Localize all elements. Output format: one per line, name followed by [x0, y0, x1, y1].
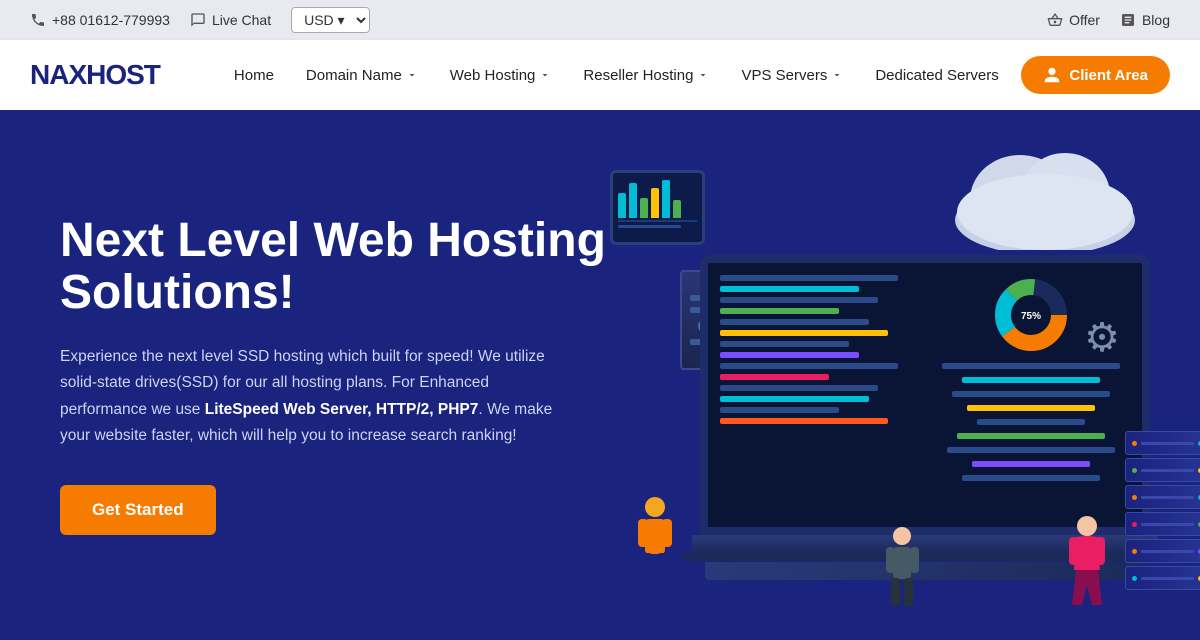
navbar: NAXHOST Home Domain Name Web Hosting Res…: [0, 40, 1200, 110]
offer-icon: [1047, 12, 1063, 28]
live-chat-item[interactable]: Live Chat: [190, 12, 271, 28]
phone-number: +88 01612-779993: [52, 12, 170, 28]
person-2: [880, 525, 925, 625]
client-area-button[interactable]: Client Area: [1021, 56, 1170, 94]
mini-monitor: [610, 170, 705, 245]
donut-chart: 75%: [991, 275, 1071, 355]
hero-title: Next Level Web Hosting Solutions!: [60, 215, 620, 321]
site-logo[interactable]: NAXHOST: [30, 59, 160, 91]
cloud-illustration: [950, 140, 1140, 255]
offer-item[interactable]: Offer: [1047, 12, 1100, 28]
chevron-down-icon: [539, 69, 551, 81]
blog-item[interactable]: Blog: [1120, 12, 1170, 28]
topbar: +88 01612-779993 Live Chat USD ▾ EUR GBP…: [0, 0, 1200, 40]
phone-item[interactable]: +88 01612-779993: [30, 12, 170, 28]
topbar-left: +88 01612-779993 Live Chat USD ▾ EUR GBP: [30, 7, 1027, 33]
nav-home[interactable]: Home: [220, 59, 288, 92]
hero-illustration: 75% ⚙: [600, 120, 1200, 640]
person-1: [630, 495, 680, 600]
get-started-button[interactable]: Get Started: [60, 485, 216, 535]
phone-icon: [30, 12, 46, 28]
blog-label: Blog: [1142, 12, 1170, 28]
chevron-down-icon: [831, 69, 843, 81]
gear-icon-hero: ⚙: [1084, 315, 1120, 361]
nav-web-hosting[interactable]: Web Hosting: [436, 59, 566, 92]
chat-icon: [190, 12, 206, 28]
topbar-right: Offer Blog: [1047, 12, 1170, 28]
chevron-down-icon: [697, 69, 709, 81]
svg-text:75%: 75%: [1021, 311, 1041, 322]
server-rack: [1125, 431, 1200, 590]
nav-vps[interactable]: VPS Servers: [727, 59, 857, 92]
hero-section: Next Level Web Hosting Solutions! Experi…: [0, 110, 1200, 640]
user-icon: [1043, 66, 1061, 84]
offer-label: Offer: [1069, 12, 1100, 28]
hero-description: Experience the next level SSD hosting wh…: [60, 344, 580, 449]
currency-selector[interactable]: USD ▾ EUR GBP: [291, 7, 370, 33]
nav-dedicated[interactable]: Dedicated Servers: [861, 59, 1012, 92]
blog-icon: [1120, 12, 1136, 28]
nav-reseller[interactable]: Reseller Hosting: [569, 59, 723, 92]
person-3: [1062, 515, 1112, 620]
nav-domain[interactable]: Domain Name: [292, 59, 432, 92]
live-chat-label: Live Chat: [212, 12, 271, 28]
nav-links: Home Domain Name Web Hosting Reseller Ho…: [220, 59, 1021, 92]
chevron-down-icon: [406, 69, 418, 81]
hero-content: Next Level Web Hosting Solutions! Experi…: [60, 215, 620, 536]
